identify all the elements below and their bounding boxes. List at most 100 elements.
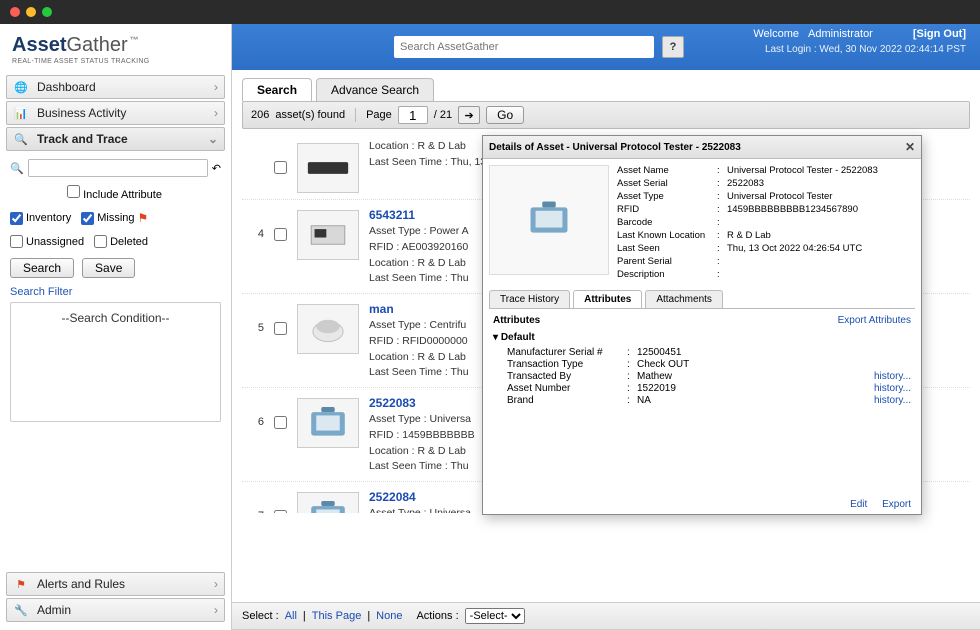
minimize-window-dot[interactable] (26, 7, 36, 17)
tab-search[interactable]: Search (242, 78, 312, 101)
maximize-window-dot[interactable] (42, 7, 52, 17)
close-popup-button[interactable]: ✕ (905, 140, 915, 154)
result-index: 5 (246, 300, 264, 334)
result-thumbnail (297, 210, 359, 260)
result-index: 7 (246, 488, 264, 513)
go-button[interactable]: Go (486, 106, 524, 124)
result-thumbnail (297, 304, 359, 354)
search-button[interactable]: Search (10, 258, 74, 278)
search-icon: 🔍 (13, 131, 29, 147)
include-attribute-checkbox[interactable]: Include Attribute (67, 189, 162, 201)
sidebar: AssetGather™ REAL-TIME ASSET STATUS TRAC… (0, 24, 232, 630)
attributes-group[interactable]: Default (493, 332, 911, 343)
include-attribute-label: Include Attribute (83, 189, 162, 201)
brand-prefix: Asset (12, 34, 66, 56)
detail-key: Barcode (617, 217, 717, 228)
actions-select[interactable]: -Select- (465, 608, 525, 624)
undo-icon[interactable]: ↶ (212, 162, 221, 175)
sidebar-item-dashboard[interactable]: 🌐 Dashboard › (6, 75, 225, 99)
select-all-link[interactable]: All (285, 610, 297, 622)
chevron-right-icon: › (214, 577, 218, 591)
total-pages: / 21 (434, 109, 452, 121)
result-index: 6 (246, 394, 264, 428)
welcome-label: Welcome (753, 28, 799, 40)
result-thumbnail (297, 492, 359, 513)
attr-value: 12500451 (637, 347, 737, 358)
attr-key: Brand (507, 395, 627, 406)
history-link[interactable]: history... (874, 371, 911, 382)
close-window-dot[interactable] (10, 7, 20, 17)
sidebar-item-label: Dashboard (37, 80, 214, 94)
attr-value: Mathew (637, 371, 737, 382)
select-none-link[interactable]: None (376, 610, 402, 622)
help-button[interactable]: ? (662, 36, 684, 58)
chevron-right-icon: › (214, 106, 218, 120)
popup-title: Details of Asset - Universal Protocol Te… (489, 142, 741, 153)
select-page-link[interactable]: This Page (312, 610, 362, 622)
detail-key: Asset Serial (617, 178, 717, 189)
deleted-checkbox[interactable]: Deleted (94, 235, 148, 248)
result-count: 206 (251, 109, 269, 121)
result-thumbnail (297, 398, 359, 448)
detail-key: Last Seen (617, 243, 717, 254)
actions-label: Actions : (416, 610, 458, 622)
attr-value: Check OUT (637, 359, 737, 370)
popup-tab-attachments[interactable]: Attachments (645, 290, 723, 308)
chevron-right-icon: › (214, 80, 218, 94)
asset-details-popup: Details of Asset - Universal Protocol Te… (482, 135, 922, 515)
results-count-bar: 206 asset(s) found Page / 21 ➔ Go (242, 101, 970, 129)
sidebar-item-label: Business Activity (37, 106, 214, 120)
export-attributes-link[interactable]: Export Attributes (838, 315, 911, 326)
search-icon: 🔍 (10, 162, 24, 175)
result-checkbox[interactable] (274, 394, 287, 432)
detail-key: RFID (617, 204, 717, 215)
result-checkbox[interactable] (274, 488, 287, 513)
select-label: Select : (242, 610, 279, 622)
attr-key: Transacted By (507, 371, 627, 382)
wrench-icon: 🔧 (13, 602, 29, 618)
select-actions-bar: Select : All | This Page | None Actions … (232, 602, 980, 630)
brand-tagline: REAL-TIME ASSET STATUS TRACKING (12, 58, 219, 65)
result-thumbnail (297, 143, 359, 193)
next-page-button[interactable]: ➔ (458, 106, 480, 124)
search-filter-label: Search Filter (10, 286, 221, 298)
inventory-checkbox[interactable]: Inventory (10, 211, 71, 225)
attr-value: 1522019 (637, 383, 737, 394)
history-link[interactable]: history... (874, 395, 911, 406)
page-label: Page (366, 109, 392, 121)
result-index (246, 139, 264, 161)
sidebar-item-alerts[interactable]: ⚑ Alerts and Rules › (6, 572, 225, 596)
page-input[interactable] (398, 106, 428, 124)
tab-advance-search[interactable]: Advance Search (316, 78, 434, 101)
result-checkbox[interactable] (274, 300, 287, 338)
result-found-label: asset(s) found (275, 109, 345, 121)
sidebar-item-label: Track and Trace (37, 132, 208, 146)
sidebar-item-track[interactable]: 🔍 Track and Trace ⌄ (6, 127, 225, 151)
globe-icon: 🌐 (13, 79, 29, 95)
save-button[interactable]: Save (82, 258, 135, 278)
export-link[interactable]: Export (882, 499, 911, 510)
result-checkbox[interactable] (274, 206, 287, 244)
last-login-label: Last Login : (765, 44, 819, 55)
track-search-input[interactable] (28, 159, 208, 177)
sidebar-item-admin[interactable]: 🔧 Admin › (6, 598, 225, 622)
detail-key: Asset Type (617, 191, 717, 202)
detail-key: Parent Serial (617, 256, 717, 267)
missing-checkbox[interactable]: Missing ⚑ (81, 211, 148, 225)
signout-link[interactable]: [Sign Out] (913, 28, 966, 40)
popup-tab-attributes[interactable]: Attributes (573, 290, 642, 308)
history-link[interactable]: history... (874, 383, 911, 394)
user-name: Administrator (808, 28, 873, 40)
popup-tab-trace[interactable]: Trace History (489, 290, 570, 308)
global-search-input[interactable] (394, 36, 654, 58)
unassigned-checkbox[interactable]: Unassigned (10, 235, 84, 248)
result-checkbox[interactable] (274, 139, 287, 177)
attr-key: Manufacturer Serial # (507, 347, 627, 358)
sidebar-item-label: Admin (37, 603, 214, 617)
edit-link[interactable]: Edit (850, 499, 867, 510)
detail-key: Last Known Location (617, 230, 717, 241)
flag-icon: ⚑ (13, 576, 29, 592)
detail-value: 1459BBBBBBBBB1234567890 (727, 204, 858, 215)
sidebar-item-business[interactable]: 📊 Business Activity › (6, 101, 225, 125)
content-area: ? Welcome Administrator [Sign Out] Last … (232, 24, 980, 630)
